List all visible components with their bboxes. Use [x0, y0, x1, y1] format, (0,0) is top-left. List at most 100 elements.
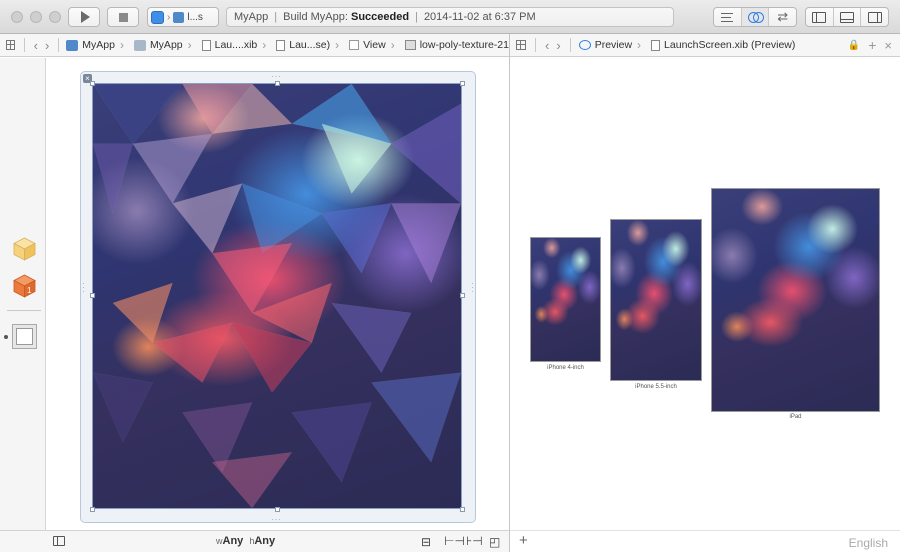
ipad-preview[interactable]	[711, 188, 880, 412]
breadcrumb-project[interactable]: MyApp	[66, 39, 115, 51]
resize-handle-left[interactable]	[90, 293, 95, 298]
lock-icon[interactable]: 🔒	[848, 40, 860, 51]
activity-project: MyApp	[234, 11, 269, 23]
size-class-control[interactable]: wAny hAny	[216, 535, 275, 547]
add-editor-icon[interactable]: +	[868, 37, 876, 53]
project-icon	[66, 39, 79, 51]
first-responder-badge: 1	[27, 286, 32, 295]
forward-arrow-icon[interactable]: ›	[556, 38, 567, 53]
related-items-icon[interactable]	[6, 40, 15, 50]
iphone-5-5-inch-label: iPhone 5.5-inch	[635, 384, 677, 390]
zoom-window-button[interactable]	[49, 11, 61, 23]
resize-handle-bottom[interactable]	[275, 507, 280, 512]
iphone-4-inch-preview[interactable]	[530, 237, 601, 362]
first-responder-cube-icon[interactable]: 1	[12, 273, 37, 298]
preview-jump-bar: ‹ › Preview LaunchScreen.xib (Preview) 🔒…	[510, 34, 900, 57]
breadcrumb-preview[interactable]: Preview	[578, 39, 632, 51]
resolve-issues-icon[interactable]: ◰	[489, 535, 500, 549]
preview-pane: iPhone 4-inch iPhone 5.5-inch iPad	[510, 58, 900, 530]
add-device-icon[interactable]: +	[519, 532, 528, 549]
standard-editor-icon	[721, 12, 734, 22]
editor-mode-control: ⇄	[713, 7, 797, 27]
activity-timestamp: 2014-11-02 at 6:37 PM	[423, 11, 536, 23]
dock-separator	[7, 310, 41, 311]
xib-file-icon	[276, 39, 286, 51]
resize-handle-bottom-right[interactable]	[460, 507, 465, 512]
stop-button[interactable]	[107, 7, 139, 27]
document-outline-dock: 1	[0, 58, 46, 530]
play-icon	[80, 11, 90, 23]
navigator-panel-icon	[812, 11, 827, 23]
files-owner-cube-icon[interactable]	[12, 236, 37, 261]
width-size-class: Any	[222, 535, 244, 547]
view-object-button[interactable]	[12, 324, 37, 349]
window-toolbar: › l...s MyApp | Build MyApp: Succeeded |…	[0, 0, 900, 34]
forward-arrow-icon[interactable]: ›	[45, 38, 56, 53]
resize-grip-left-icon[interactable]: · · ·	[82, 280, 85, 296]
iphone-5-5-inch-preview[interactable]	[610, 219, 702, 381]
run-button[interactable]	[68, 7, 100, 27]
back-arrow-icon[interactable]: ‹	[27, 38, 45, 53]
iphone-4-inch-label: iPhone 4-inch	[547, 365, 584, 371]
stop-icon	[118, 12, 128, 22]
xib-file-icon	[651, 39, 661, 51]
activity-status-prefix: Build MyApp:	[283, 11, 348, 23]
low-poly-texture-art	[93, 84, 461, 508]
resize-handle-right[interactable]	[460, 293, 465, 298]
activity-status: Succeeded	[350, 11, 410, 23]
assistant-editor-button[interactable]	[741, 8, 770, 26]
resize-grip-bottom-icon[interactable]: ···	[271, 515, 282, 524]
breadcrumb-preview-file[interactable]: LaunchScreen.xib (Preview)	[632, 38, 795, 52]
version-editor-button[interactable]: ⇄	[769, 8, 796, 26]
resize-handle-bottom-left[interactable]	[90, 507, 95, 512]
device-icon	[173, 11, 185, 23]
preview-icon	[578, 40, 591, 50]
scheme-selector[interactable]: › l...s	[147, 7, 219, 27]
breadcrumb-file[interactable]: Lau....xib	[183, 38, 257, 52]
activity-viewer: MyApp | Build MyApp: Succeeded | 2014-11…	[226, 7, 674, 27]
resize-handle-top-left[interactable]	[90, 81, 95, 86]
folder-icon	[133, 39, 146, 51]
chevron-right-icon: ›	[167, 11, 171, 23]
resize-grip-top-icon[interactable]: ···	[271, 72, 282, 81]
view-toggle-control	[805, 7, 889, 27]
close-window-button[interactable]	[11, 11, 23, 23]
debug-panel-icon	[840, 11, 854, 23]
scheme-destination-label: l...s	[187, 11, 203, 23]
resize-handle-top-right[interactable]	[460, 81, 465, 86]
utilities-panel-icon	[867, 11, 882, 23]
standard-editor-button[interactable]	[714, 8, 742, 26]
view-object-icon	[16, 328, 33, 345]
selection-dot	[4, 335, 8, 339]
align-icon[interactable]: ⊢⊣	[444, 534, 465, 548]
document-outline-toggle-icon[interactable]	[53, 536, 65, 546]
editor-jump-bar: ‹ › MyApp MyApp Lau....xib Lau...se) Vie…	[0, 34, 509, 57]
minimize-window-button[interactable]	[30, 11, 42, 23]
breadcrumb-view[interactable]: View	[330, 38, 386, 52]
app-scheme-icon	[151, 10, 164, 24]
height-size-class: Any	[254, 535, 276, 547]
version-editor-icon: ⇄	[777, 9, 789, 24]
ipad-label: iPad	[789, 414, 802, 420]
image-view-icon	[404, 40, 416, 50]
debug-area-toggle-button[interactable]	[834, 8, 862, 26]
close-editor-icon[interactable]: ×	[884, 38, 892, 53]
assistant-editor-icon	[748, 12, 764, 23]
low-poly-texture-image-view[interactable]	[92, 83, 462, 509]
utilities-toggle-button[interactable]	[861, 8, 888, 26]
interface-builder-canvas[interactable]: × ··· ··· · · · · · ·	[47, 58, 509, 530]
preview-bottom-bar: + English	[510, 530, 900, 552]
resize-grip-right-icon[interactable]: · · ·	[471, 280, 474, 296]
breadcrumb-group[interactable]: MyApp	[115, 38, 183, 52]
breadcrumb-image-view[interactable]: low-poly-texture-21	[386, 38, 509, 52]
resize-handle-top[interactable]	[275, 81, 280, 86]
related-items-icon[interactable]	[516, 40, 526, 50]
pin-icon[interactable]: ⊦⊣	[466, 534, 483, 548]
back-arrow-icon[interactable]: ‹	[538, 38, 556, 53]
canvas-bottom-bar: wAny hAny ⊟ ⊢⊣ ⊦⊣ ◰	[0, 530, 509, 552]
view-icon	[349, 40, 360, 50]
stack-icon[interactable]: ⊟	[421, 535, 431, 549]
breadcrumb-scene[interactable]: Lau...se)	[257, 38, 330, 52]
preview-language-selector[interactable]: English	[849, 536, 888, 550]
navigator-toggle-button[interactable]	[806, 8, 834, 26]
